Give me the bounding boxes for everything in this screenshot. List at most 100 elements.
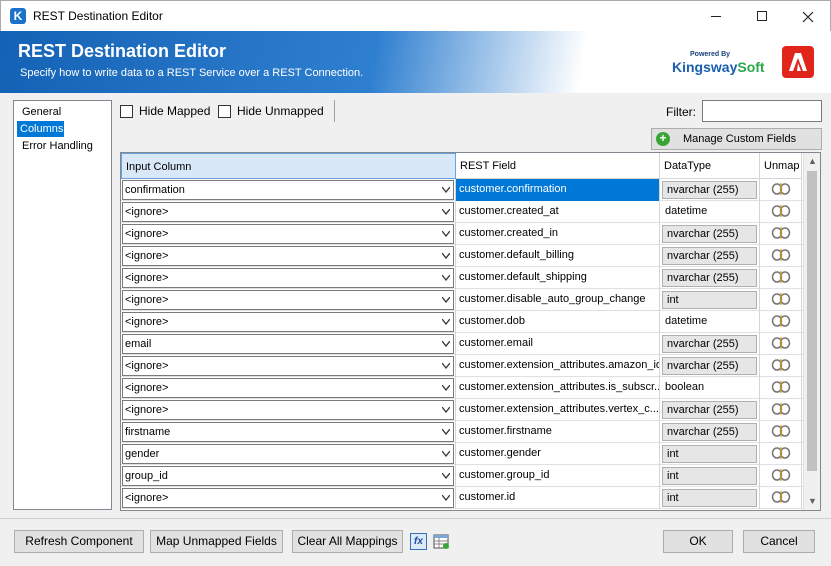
datatype-value[interactable]: nvarchar (255) (662, 247, 757, 265)
expression-fx-icon[interactable]: fx (410, 533, 427, 550)
rest-field-cell[interactable]: customer.default_billing (456, 245, 660, 267)
scroll-thumb[interactable] (807, 171, 817, 471)
input-column-dropdown[interactable]: group_id (122, 466, 454, 486)
datatype-value[interactable]: datetime (660, 311, 759, 332)
input-column-dropdown[interactable]: confirmation (122, 180, 454, 200)
nav-item-general[interactable]: General (17, 104, 111, 120)
header-unmap[interactable]: Unmap (760, 153, 802, 179)
table-row[interactable]: <ignore> customer.extension_attributes.ve… (121, 399, 803, 421)
table-row[interactable]: <ignore> customer.dob datetime (121, 311, 803, 333)
rest-field-cell[interactable]: customer.group_id (456, 465, 660, 487)
unlink-icon[interactable] (771, 182, 791, 196)
datatype-value[interactable]: nvarchar (255) (662, 335, 757, 353)
scroll-up-icon[interactable]: ▲ (804, 153, 820, 170)
rest-field-cell[interactable]: customer.created_at (456, 201, 660, 223)
datatype-value[interactable]: nvarchar (255) (662, 181, 757, 199)
rest-field-cell[interactable]: customer.extension_attributes.amazon_id (456, 355, 660, 377)
hide-unmapped-checkbox[interactable]: Hide Unmapped (218, 104, 324, 118)
input-column-dropdown[interactable]: <ignore> (122, 290, 454, 310)
unlink-icon[interactable] (771, 446, 791, 460)
rest-field-cell[interactable]: customer.id (456, 487, 660, 509)
unlink-icon[interactable] (771, 380, 791, 394)
minimize-button[interactable] (693, 1, 739, 32)
clear-all-mappings-button[interactable]: Clear All Mappings (292, 530, 403, 553)
hide-mapped-checkbox[interactable]: Hide Mapped (120, 104, 210, 118)
datatype-value[interactable]: datetime (660, 201, 759, 222)
rest-field-cell[interactable]: customer.gender (456, 443, 660, 465)
scroll-down-icon[interactable]: ▼ (804, 493, 820, 510)
table-row[interactable]: <ignore> customer.default_shipping nvarcha… (121, 267, 803, 289)
input-column-dropdown[interactable]: <ignore> (122, 224, 454, 244)
rest-field-cell[interactable]: customer.created_in (456, 223, 660, 245)
datatype-value[interactable]: int (662, 489, 757, 507)
close-button[interactable] (785, 1, 831, 32)
rest-field-cell[interactable]: customer.confirmation (456, 179, 660, 201)
table-settings-icon[interactable] (433, 533, 450, 550)
input-column-dropdown[interactable]: email (122, 334, 454, 354)
input-column-dropdown[interactable]: <ignore> (122, 312, 454, 332)
filter-input[interactable] (702, 100, 822, 122)
nav-item-columns[interactable]: Columns (17, 121, 64, 137)
datatype-value[interactable]: nvarchar (255) (662, 357, 757, 375)
datatype-value[interactable]: int (662, 291, 757, 309)
table-row[interactable]: <ignore> customer.id int (121, 487, 803, 509)
input-column-dropdown[interactable]: <ignore> (122, 356, 454, 376)
table-row[interactable]: group_id customer.group_id int (121, 465, 803, 487)
header-input-column[interactable]: Input Column (121, 153, 456, 179)
unlink-icon[interactable] (771, 270, 791, 284)
datatype-value[interactable]: int (662, 467, 757, 485)
unlink-icon[interactable] (771, 490, 791, 504)
input-column-dropdown[interactable]: <ignore> (122, 268, 454, 288)
input-column-dropdown[interactable]: <ignore> (122, 400, 454, 420)
unlink-icon[interactable] (771, 424, 791, 438)
datatype-value[interactable]: nvarchar (255) (662, 401, 757, 419)
unlink-icon[interactable] (771, 248, 791, 262)
table-row[interactable]: <ignore> customer.created_at datetime (121, 201, 803, 223)
map-unmapped-fields-button[interactable]: Map Unmapped Fields (150, 530, 283, 553)
table-row[interactable]: <ignore> customer.extension_attributes.is… (121, 377, 803, 399)
rest-field-cell[interactable]: customer.default_shipping (456, 267, 660, 289)
unlink-icon[interactable] (771, 358, 791, 372)
unlink-icon[interactable] (771, 314, 791, 328)
refresh-component-button[interactable]: Refresh Component (14, 530, 144, 553)
input-column-dropdown[interactable]: <ignore> (122, 246, 454, 266)
header-datatype[interactable]: DataType (660, 153, 760, 179)
cancel-button[interactable]: Cancel (743, 530, 815, 553)
ok-button[interactable]: OK (663, 530, 733, 553)
unlink-icon[interactable] (771, 292, 791, 306)
datatype-value[interactable]: boolean (660, 377, 759, 398)
input-column-dropdown[interactable]: <ignore> (122, 202, 454, 222)
datatype-value[interactable]: int (662, 445, 757, 463)
unlink-icon[interactable] (771, 468, 791, 482)
manage-custom-fields-button[interactable]: + Manage Custom Fields (651, 128, 822, 150)
unlink-icon[interactable] (771, 204, 791, 218)
rest-field-cell[interactable]: customer.firstname (456, 421, 660, 443)
table-row[interactable]: firstname customer.firstname nvarchar (255… (121, 421, 803, 443)
datatype-value[interactable]: nvarchar (255) (662, 269, 757, 287)
maximize-button[interactable] (739, 1, 785, 32)
rest-field-cell[interactable]: customer.dob (456, 311, 660, 333)
unlink-icon[interactable] (771, 226, 791, 240)
table-row[interactable]: confirmation customer.confirmation nvarcha… (121, 179, 803, 201)
unlink-icon[interactable] (771, 336, 791, 350)
unlink-icon[interactable] (771, 402, 791, 416)
rest-field-cell[interactable]: customer.extension_attributes.is_subscr.… (456, 377, 660, 399)
datatype-value[interactable]: nvarchar (255) (662, 225, 757, 243)
table-row[interactable]: <ignore> customer.extension_attributes.am… (121, 355, 803, 377)
vertical-scrollbar[interactable]: ▲ ▼ (803, 153, 820, 510)
header-rest-field[interactable]: REST Field (456, 153, 660, 179)
rest-field-cell[interactable]: customer.email (456, 333, 660, 355)
nav-item-error-handling[interactable]: Error Handling (17, 138, 111, 154)
input-column-dropdown[interactable]: gender (122, 444, 454, 464)
table-row[interactable]: <ignore> customer.created_in nvarchar (255… (121, 223, 803, 245)
input-column-dropdown[interactable]: firstname (122, 422, 454, 442)
rest-field-cell[interactable]: customer.disable_auto_group_change (456, 289, 660, 311)
input-column-dropdown[interactable]: <ignore> (122, 378, 454, 398)
datatype-value[interactable]: nvarchar (255) (662, 423, 757, 441)
table-row[interactable]: gender customer.gender int (121, 443, 803, 465)
table-row[interactable]: <ignore> customer.default_billing nvarchar… (121, 245, 803, 267)
table-row[interactable]: <ignore> customer.disable_auto_group_chan… (121, 289, 803, 311)
table-row[interactable]: email customer.email nvarchar (255) (121, 333, 803, 355)
input-column-dropdown[interactable]: <ignore> (122, 488, 454, 508)
rest-field-cell[interactable]: customer.extension_attributes.vertex_c..… (456, 399, 660, 421)
